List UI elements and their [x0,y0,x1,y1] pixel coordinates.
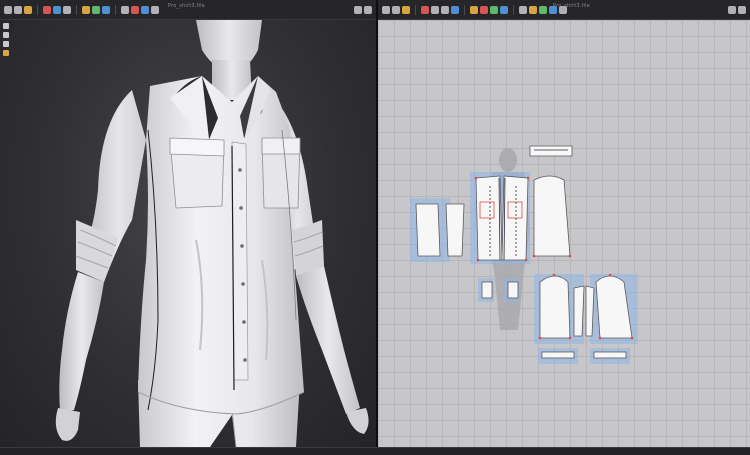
toolbar-separator [415,4,416,15]
internal-line-icon[interactable] [451,5,459,14]
transform-icon[interactable] [382,5,390,14]
pattern-icon[interactable] [539,5,547,14]
close-icon[interactable] [364,6,372,14]
dart-icon[interactable] [470,5,478,14]
3d-viewport[interactable] [0,20,376,447]
3d-window-title: Pro_shirt3.file [168,3,205,9]
trim-icon[interactable] [519,5,527,14]
3d-tool-group [0,4,159,15]
polygon-icon[interactable] [421,5,429,14]
shirt-body [137,76,305,415]
pattern-piece-pocket-left[interactable] [481,281,493,299]
3d-window-controls [354,6,372,14]
pattern-piece-sleeve-left[interactable] [539,275,571,339]
pattern-pieces[interactable] [415,145,633,359]
rectangle-icon[interactable] [431,5,439,14]
pin-icon[interactable] [63,5,71,14]
move-icon[interactable] [14,5,22,14]
scale-icon[interactable] [43,5,51,14]
camera-icon[interactable] [151,5,159,14]
brush-icon[interactable] [92,5,100,14]
view-icon[interactable] [3,32,9,38]
avatar-toggle-icon[interactable] [3,50,9,56]
free-sew-icon[interactable] [500,5,508,14]
2d-window-controls [728,6,746,14]
status-bar [0,447,750,455]
2d-window-toolbar: Pro_shirt3.file [378,0,750,20]
rotate-icon[interactable] [24,5,32,14]
2d-window-title: Pro_shirt3.file [553,3,590,9]
2d-pattern-window[interactable] [378,20,750,447]
circle-icon[interactable] [441,5,449,14]
pattern-piece-pocket-right[interactable] [507,281,519,299]
3d-side-toolbar [3,23,9,56]
2d-pattern-layout[interactable] [378,20,750,447]
curve-icon[interactable] [402,5,410,14]
display-icon[interactable] [3,23,9,29]
simulate-icon[interactable] [102,5,110,14]
2d-tool-group [378,4,567,15]
pleat-icon[interactable] [529,5,537,14]
toolbar-separator [37,4,38,15]
sew-icon[interactable] [53,5,61,14]
fold-icon[interactable] [82,5,90,14]
3d-window-toolbar: Pro_shirt3.file [0,0,376,20]
pattern-piece-cuff-left[interactable] [541,351,575,359]
left-sleeve [55,90,146,441]
pattern-piece-sleeve-strip-left[interactable] [573,285,585,337]
pattern-piece-sleeve-placket-left[interactable] [445,203,465,257]
edit-point-icon[interactable] [392,5,400,14]
pattern-piece-back[interactable] [533,175,571,257]
maximize-icon[interactable] [354,6,362,14]
notch-icon[interactable] [480,5,488,14]
toolbar-separator [513,4,514,15]
maximize-icon[interactable] [728,6,736,14]
toolbar-separator [76,4,77,15]
toolbar-separator [115,4,116,15]
close-icon[interactable] [738,6,746,14]
pattern-piece-cuff-right[interactable] [593,351,627,359]
select-icon[interactable] [4,5,12,14]
pattern-piece-sleeve-cuff-left[interactable] [415,203,441,257]
segment-sew-icon[interactable] [490,5,498,14]
light-icon[interactable] [3,41,9,47]
tape-icon[interactable] [121,5,129,14]
3d-garment-render[interactable] [0,20,376,447]
toolbar-separator [464,4,465,15]
avatar-icon[interactable] [131,5,139,14]
pattern-piece-collar[interactable] [529,145,573,157]
measure-icon[interactable] [141,5,149,14]
